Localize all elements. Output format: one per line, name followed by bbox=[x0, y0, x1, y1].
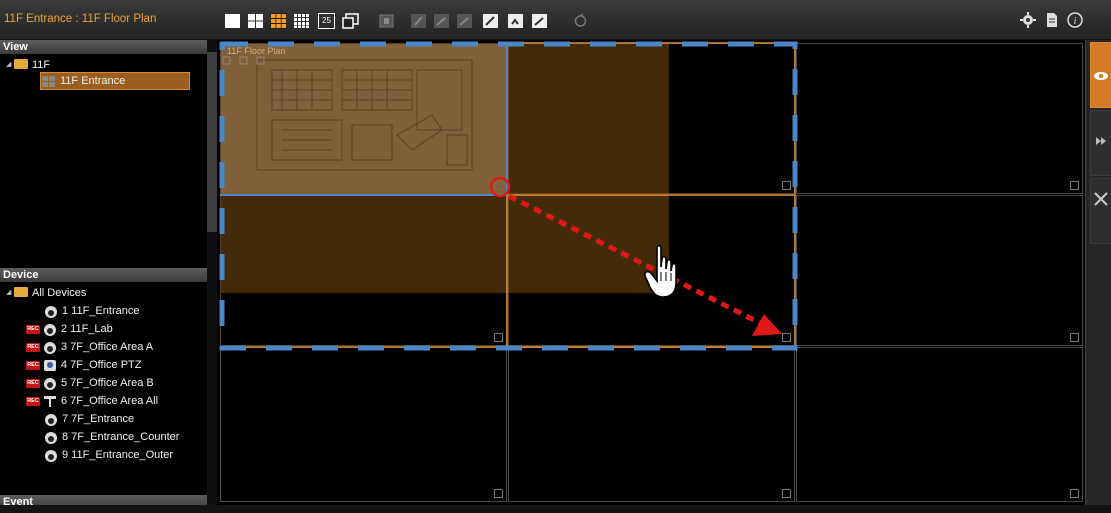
tree-item-label: 11F Entrance bbox=[60, 75, 126, 87]
rec-badge: REC bbox=[26, 396, 40, 406]
cell-menu-icon[interactable] bbox=[494, 489, 503, 498]
tools-icon bbox=[1094, 192, 1108, 206]
device-label: 7 7F_Entrance bbox=[62, 413, 135, 425]
device-label: 4 7F_Office PTZ bbox=[61, 359, 142, 371]
folder-icon bbox=[14, 59, 28, 70]
status-bar bbox=[0, 505, 1111, 513]
window-title: 11F Entrance : 11F Floor Plan bbox=[4, 13, 157, 25]
device-label: 9 11F_Entrance_Outer bbox=[62, 449, 174, 461]
collapse-icon[interactable]: ◢ bbox=[6, 284, 14, 302]
tree-item-label: 11F bbox=[32, 59, 51, 71]
dome-camera-icon bbox=[45, 413, 57, 426]
video-cell-7[interactable] bbox=[220, 347, 507, 502]
cell-menu-icon[interactable] bbox=[782, 333, 791, 342]
video-cell-3[interactable] bbox=[796, 43, 1083, 194]
tree-item-11f-entrance-label-row[interactable]: 11F Entrance bbox=[42, 72, 125, 90]
device-item-7[interactable]: 7 7F_Entrance bbox=[44, 410, 134, 428]
device-label: 5 7F_Office Area B bbox=[61, 377, 154, 389]
device-item-2[interactable]: REC 2 11F_Lab bbox=[26, 320, 113, 338]
folder-icon bbox=[14, 287, 28, 298]
eye-icon bbox=[1094, 72, 1108, 80]
device-item-4[interactable]: REC 4 7F_Office PTZ bbox=[26, 356, 142, 374]
cell-menu-icon[interactable] bbox=[1070, 333, 1079, 342]
dome-camera-icon bbox=[45, 431, 57, 444]
rec-badge: REC bbox=[26, 324, 40, 334]
device-item-9[interactable]: 9 11F_Entrance_Outer bbox=[44, 446, 173, 464]
device-item-6[interactable]: REC 6 7F_Office Area All bbox=[26, 392, 158, 410]
device-label: 3 7F_Office Area A bbox=[61, 341, 154, 353]
right-side-panel bbox=[1085, 40, 1111, 513]
device-item-5[interactable]: REC 5 7F_Office Area B bbox=[26, 374, 154, 392]
rec-badge: REC bbox=[26, 360, 40, 370]
svg-text:i: i bbox=[1074, 16, 1077, 27]
view-panel-header[interactable]: View bbox=[0, 40, 207, 54]
video-cell-1[interactable] bbox=[220, 43, 507, 194]
layout-1x1-icon[interactable] bbox=[224, 13, 241, 29]
document-icon[interactable] bbox=[1044, 12, 1060, 28]
layout-25-button[interactable]: 25 bbox=[318, 13, 335, 29]
edit-map-icon[interactable] bbox=[410, 13, 427, 29]
cell-menu-icon[interactable] bbox=[782, 489, 791, 498]
tab-tools[interactable] bbox=[1090, 178, 1111, 244]
map-export-icon[interactable] bbox=[507, 13, 524, 29]
map-settings-icon[interactable] bbox=[531, 13, 548, 29]
device-label: 6 7F_Office Area All bbox=[61, 395, 159, 407]
video-cell-9[interactable] bbox=[796, 347, 1083, 502]
layout-2x2-icon[interactable] bbox=[247, 13, 264, 29]
remove-icon[interactable] bbox=[456, 13, 473, 29]
video-cell-2[interactable] bbox=[508, 43, 795, 194]
tab-playback[interactable] bbox=[1090, 110, 1111, 176]
sequence-icon[interactable] bbox=[378, 13, 395, 29]
scrollbar-thumb[interactable] bbox=[207, 52, 217, 232]
dome-camera-icon bbox=[44, 377, 56, 390]
device-label: 1 11F_Entrance bbox=[62, 305, 140, 317]
gear-icon[interactable] bbox=[1020, 12, 1036, 28]
layout-custom-icon[interactable] bbox=[342, 13, 359, 29]
cell-menu-icon[interactable] bbox=[494, 181, 503, 190]
tab-live-view[interactable] bbox=[1090, 42, 1111, 108]
video-cell-5[interactable] bbox=[508, 195, 795, 346]
fisheye-camera-icon bbox=[44, 395, 56, 407]
rec-badge: REC bbox=[26, 378, 40, 388]
device-panel-header[interactable]: Device bbox=[0, 268, 207, 282]
layout-4x4-icon[interactable] bbox=[293, 13, 310, 29]
dome-camera-icon bbox=[45, 305, 57, 318]
cell-menu-icon[interactable] bbox=[1070, 181, 1079, 190]
device-item-1[interactable]: 1 11F_Entrance bbox=[44, 302, 139, 320]
top-toolbar: 11F Entrance : 11F Floor Plan 25 i bbox=[0, 0, 1111, 40]
device-item-3[interactable]: REC 3 7F_Office Area A bbox=[26, 338, 153, 356]
layout-3x3-icon[interactable] bbox=[270, 13, 287, 29]
rec-badge: REC bbox=[26, 342, 40, 352]
fast-forward-icon bbox=[1096, 137, 1106, 145]
dome-camera-icon bbox=[44, 323, 56, 336]
tree-item-label: All Devices bbox=[32, 287, 87, 299]
dome-camera-icon bbox=[44, 341, 56, 354]
add-camera-icon[interactable] bbox=[433, 13, 450, 29]
tree-item-all-devices[interactable]: ◢ All Devices bbox=[6, 284, 86, 302]
video-cell-8[interactable] bbox=[508, 347, 795, 502]
ptz-camera-icon bbox=[44, 359, 56, 371]
cell-menu-icon[interactable] bbox=[1070, 489, 1079, 498]
cell-menu-icon[interactable] bbox=[782, 181, 791, 190]
refresh-icon[interactable] bbox=[572, 13, 589, 29]
video-cell-4[interactable] bbox=[220, 195, 507, 346]
video-grid: 11F Floor Plan bbox=[217, 40, 1085, 505]
device-label: 2 11F_Lab bbox=[61, 323, 113, 335]
device-label: 8 7F_Entrance_Counter bbox=[62, 431, 180, 443]
cell-menu-icon[interactable] bbox=[494, 333, 503, 342]
collapse-icon[interactable]: ◢ bbox=[6, 56, 14, 74]
view-layout-icon bbox=[42, 75, 55, 87]
left-panel: View ◢ 11F 11F Entrance Device ◢ All Devic… bbox=[0, 40, 207, 513]
map-tool-icon[interactable] bbox=[482, 13, 499, 29]
device-item-8[interactable]: 8 7F_Entrance_Counter bbox=[44, 428, 179, 446]
video-cell-6[interactable] bbox=[796, 195, 1083, 346]
dome-camera-icon bbox=[45, 449, 57, 462]
info-icon[interactable]: i bbox=[1067, 12, 1083, 28]
